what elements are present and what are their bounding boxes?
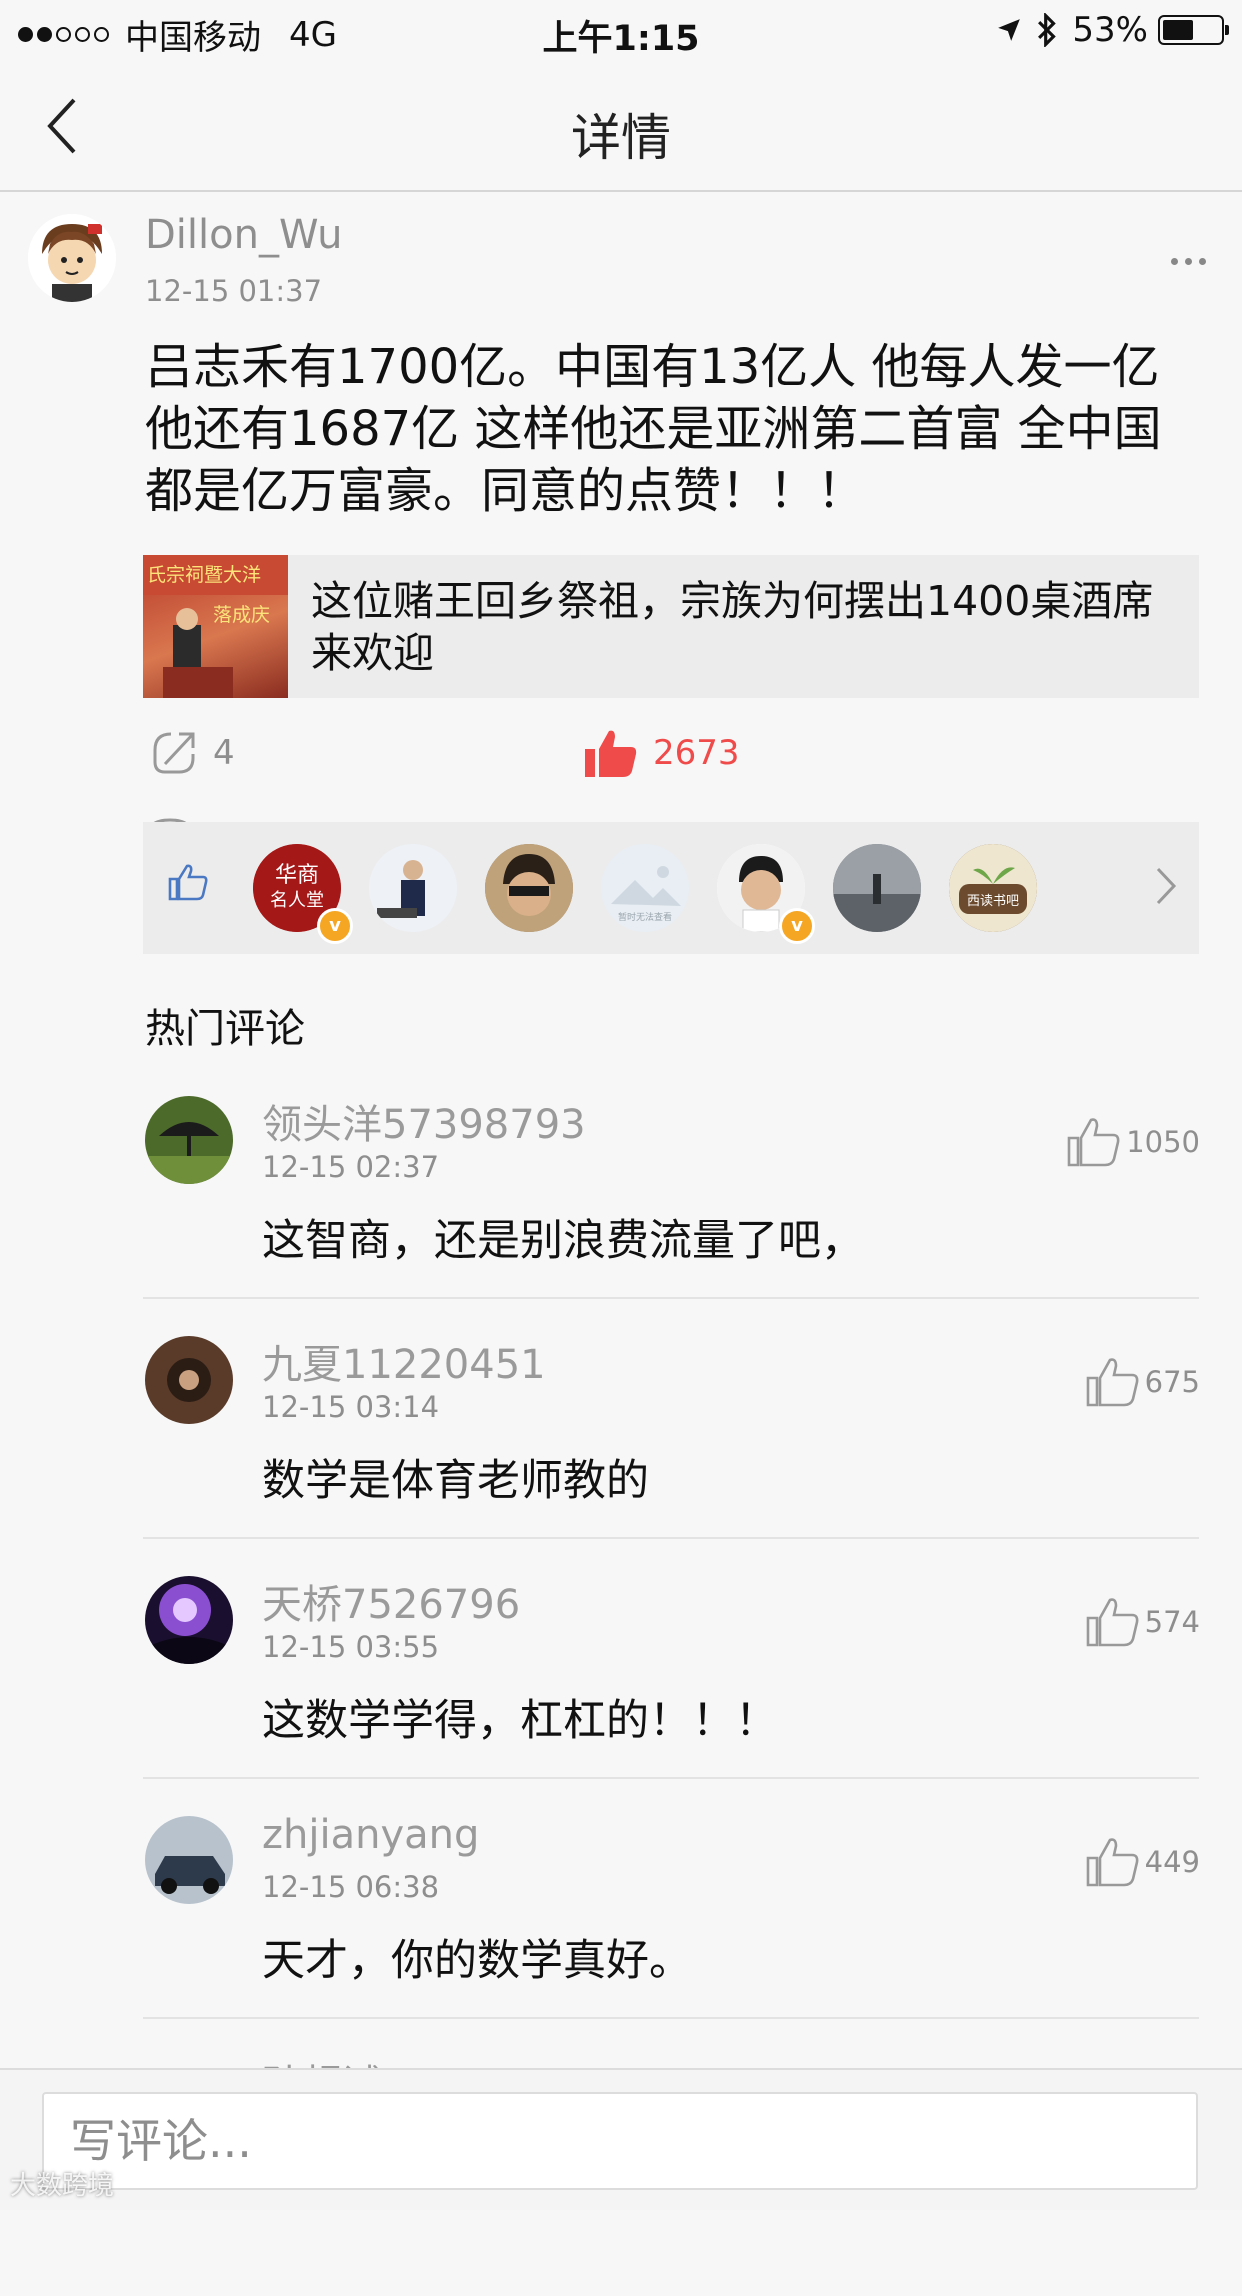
chevron-right-icon [1156,867,1177,905]
comment-like-button[interactable]: 675 [1085,1356,1200,1408]
liker-avatar[interactable] [369,844,457,932]
watermark-text: 大数跨境 [10,2171,115,2201]
post-text: 吕志禾有1700亿。中国有13亿人 他每人发一亿他还有1687亿 这样他还是亚洲… [145,339,1162,519]
comment-like-button[interactable]: 1050 [1066,1116,1200,1168]
comment-item: 领头洋57398793 12-15 02:37 这智商，还是别浪费流量了吧， 1… [0,1096,1242,1336]
battery-percent: 53% [1072,10,1148,50]
comment-input[interactable]: 写评论... [42,2092,1198,2190]
nav-bar: 详情 [0,62,1242,192]
liker-avatar-text-2: 名人堂 [270,890,324,911]
location-arrow-icon [998,19,1021,41]
liker-avatar-image: 西读书吧 [949,844,1037,932]
comment-username[interactable]: 领头洋57398793 [262,1092,586,1150]
article-thumbnail: 氏宗祠暨大洋 落成庆 [143,555,288,698]
liker-avatar-image [369,844,457,932]
comment-avatar-image [145,1096,233,1184]
status-bar: 中国移动 4G 上午1:15 53% [0,0,1242,62]
comment-text: 数学是体育老师教的 [262,1456,649,1506]
comment-input-bar: 写评论... 大数跨境 [0,2068,1242,2210]
author-avatar[interactable] [28,214,116,302]
post-author-name[interactable]: Dillon_Wu [145,212,342,258]
liker-avatar[interactable] [833,844,921,932]
comment-timestamp: 12-15 03:14 [262,1390,440,1424]
liker-avatar-text: 暂时无法查看 [618,911,672,923]
comment-like-count: 675 [1144,1365,1200,1399]
thumbs-up-icon [1086,1358,1139,1407]
comment-avatar[interactable] [145,1096,233,1184]
comment-avatar-image [145,1816,233,1904]
more-dot-icon [1171,258,1178,265]
battery-tip [1225,25,1229,35]
comment-item: zhjianyang 12-15 06:38 天才，你的数学真好。 449 [0,1812,1242,2056]
comment-item: 九夏11220451 12-15 03:14 数学是体育老师教的 675 [0,1336,1242,1576]
liker-avatar-image [833,844,921,932]
page-title: 详情 [571,109,671,167]
verified-badge-icon: v [317,908,353,944]
comment-username[interactable]: zhjianyang [262,1812,479,1858]
article-title: 这位赌王回乡祭祖，宗族为何摆出1400桌酒席来欢迎 [311,577,1154,677]
thumbs-up-icon [1067,1118,1120,1167]
likers-strip[interactable]: 华商 名人堂 v 暂时无法查看 v 西读书吧 [143,822,1199,954]
liker-avatar[interactable]: 西读书吧 [949,844,1037,932]
battery-level [1163,20,1193,40]
comment-avatar[interactable] [145,1576,233,1664]
more-dot-icon [1199,258,1206,265]
comment-like-count: 1050 [1126,1125,1200,1159]
comment-like-count: 574 [1144,1605,1200,1639]
hot-comments-title: 热门评论 [145,1006,305,1052]
post-actions: 4 2673 1059 [143,720,1199,864]
thumbs-up-icon [1086,1838,1139,1887]
comment-timestamp: 12-15 03:55 [262,1630,440,1664]
divider [143,1537,1199,1539]
more-dot-icon [1185,258,1192,265]
comment-username[interactable]: 九夏11220451 [262,1332,546,1390]
comment-avatar[interactable] [145,1336,233,1424]
liker-avatar-text: 西读书吧 [967,894,1019,909]
divider [143,1777,1199,1779]
comment-avatar-image [145,1576,233,1664]
divider [143,2017,1199,2019]
comment-avatar[interactable] [145,1816,233,1904]
liker-avatar[interactable] [485,844,573,932]
thumbs-up-icon [1086,1598,1139,1647]
liker-avatar-text: 华商 [275,863,319,888]
comment-text: 这智商，还是别浪费流量了吧， [262,1216,864,1266]
comment-timestamp: 12-15 06:38 [262,1870,440,1904]
verified-badge-icon: v [779,908,815,944]
thumbnail-image: 氏宗祠暨大洋 落成庆 [143,555,288,698]
liker-avatar-image: 暂时无法查看 [601,844,689,932]
comment-like-button[interactable]: 449 [1085,1836,1200,1888]
liker-avatar-image [485,844,573,932]
thumbnail-banner-text: 氏宗祠暨大洋 [147,564,261,586]
divider [143,1297,1199,1299]
comment-timestamp: 12-15 02:37 [262,1150,440,1184]
status-right: 53% [996,10,1229,50]
more-options-button[interactable] [1164,258,1206,265]
battery-icon [1158,15,1229,45]
comment-username[interactable]: 天桥7526796 [262,1572,520,1630]
comment-text: 这数学学得，杠杠的！！！ [262,1696,778,1746]
liker-avatar[interactable]: 暂时无法查看 [601,844,689,932]
comment-avatar-image [145,1336,233,1424]
cartoon-avatar-icon [28,214,116,302]
comment-like-count: 449 [1144,1845,1200,1879]
bluetooth-icon [1038,13,1057,47]
comment-like-button[interactable]: 574 [1085,1596,1200,1648]
thumbs-up-icon [168,864,208,901]
comment-item: 天桥7526796 12-15 03:55 这数学学得，杠杠的！！！ 574 [0,1576,1242,1816]
comment-text: 天才，你的数学真好。 [262,1936,692,1986]
linked-article-card[interactable]: 氏宗祠暨大洋 落成庆 这位赌王回乡祭祖，宗族为何摆出1400桌酒席来欢迎 [143,555,1199,698]
post-timestamp: 12-15 01:37 [145,274,323,308]
thumbnail-banner-text-2: 落成庆 [213,604,270,626]
